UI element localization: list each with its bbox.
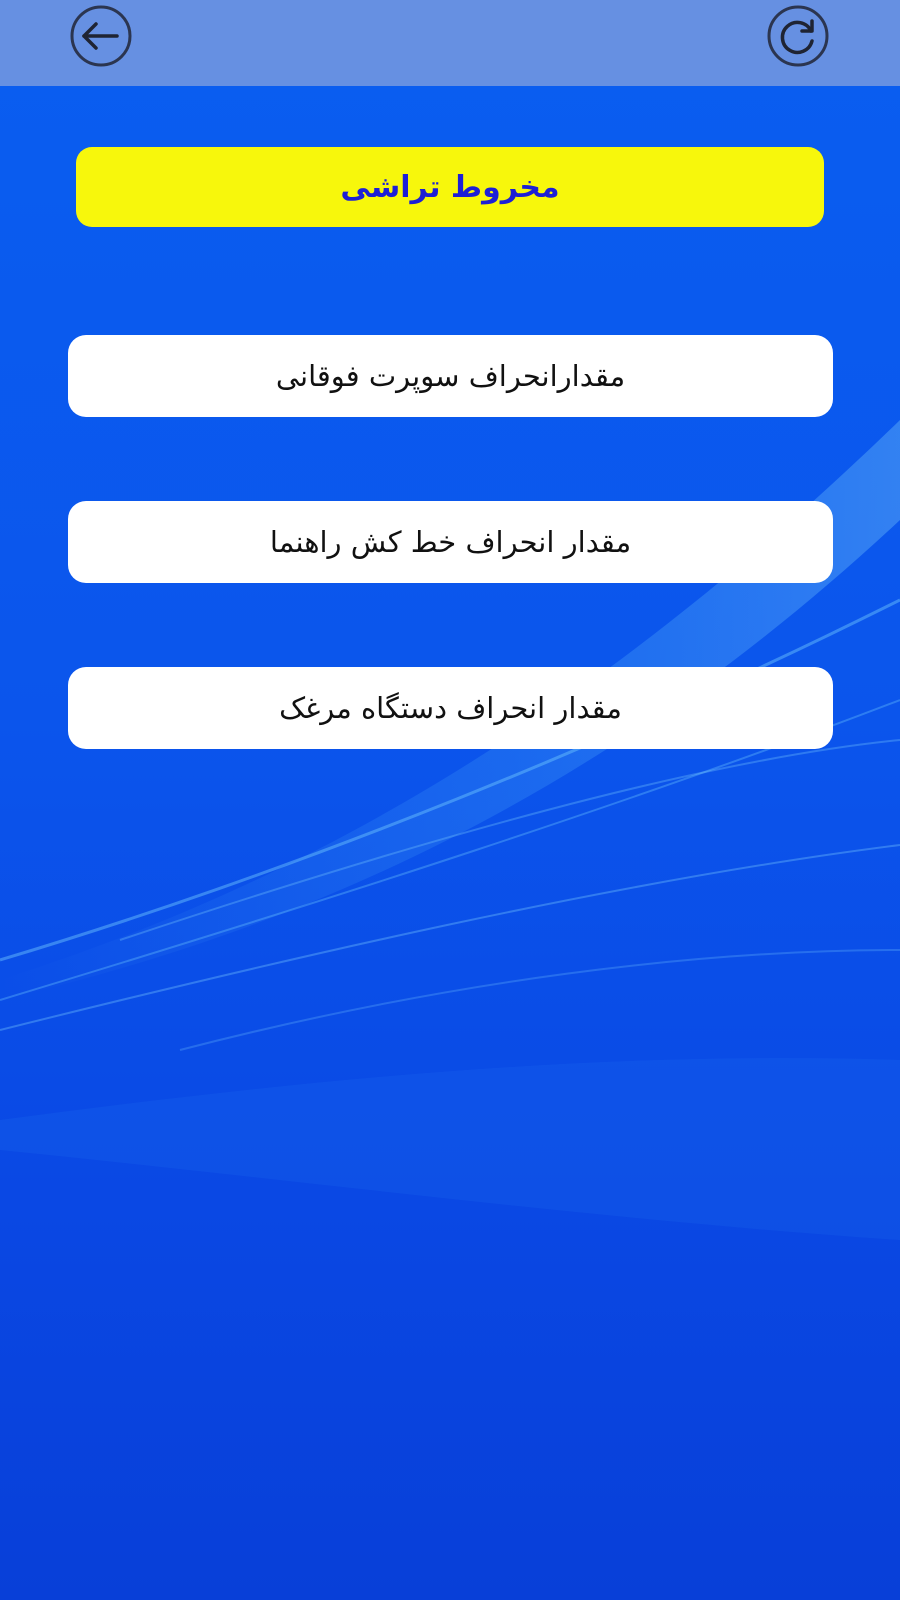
refresh-icon xyxy=(767,5,829,67)
page-title-banner: مخروط تراشی xyxy=(76,147,824,227)
menu-button-label: مقدار انحراف خط کش راهنما xyxy=(269,525,632,559)
taper-guide-ruler-deviation-button[interactable]: مقدار انحراف خط کش راهنما xyxy=(68,501,833,583)
back-button[interactable] xyxy=(68,5,134,67)
refresh-button[interactable] xyxy=(765,5,831,67)
top-bar xyxy=(0,0,900,86)
top-slide-deviation-button[interactable]: مقدارانحراف سوپرت فوقانی xyxy=(68,335,833,417)
tailstock-deviation-button[interactable]: مقدار انحراف دستگاه مرغک xyxy=(68,667,833,749)
menu-button-label: مقدار انحراف دستگاه مرغک xyxy=(279,691,622,725)
page-title: مخروط تراشی xyxy=(340,169,560,205)
arrow-left-icon xyxy=(70,5,132,67)
menu-button-label: مقدارانحراف سوپرت فوقانی xyxy=(275,359,626,393)
background-wave-graphic xyxy=(0,420,900,1240)
app-screen: مخروط تراشی مقدارانحراف سوپرت فوقانی مقد… xyxy=(0,0,900,1600)
